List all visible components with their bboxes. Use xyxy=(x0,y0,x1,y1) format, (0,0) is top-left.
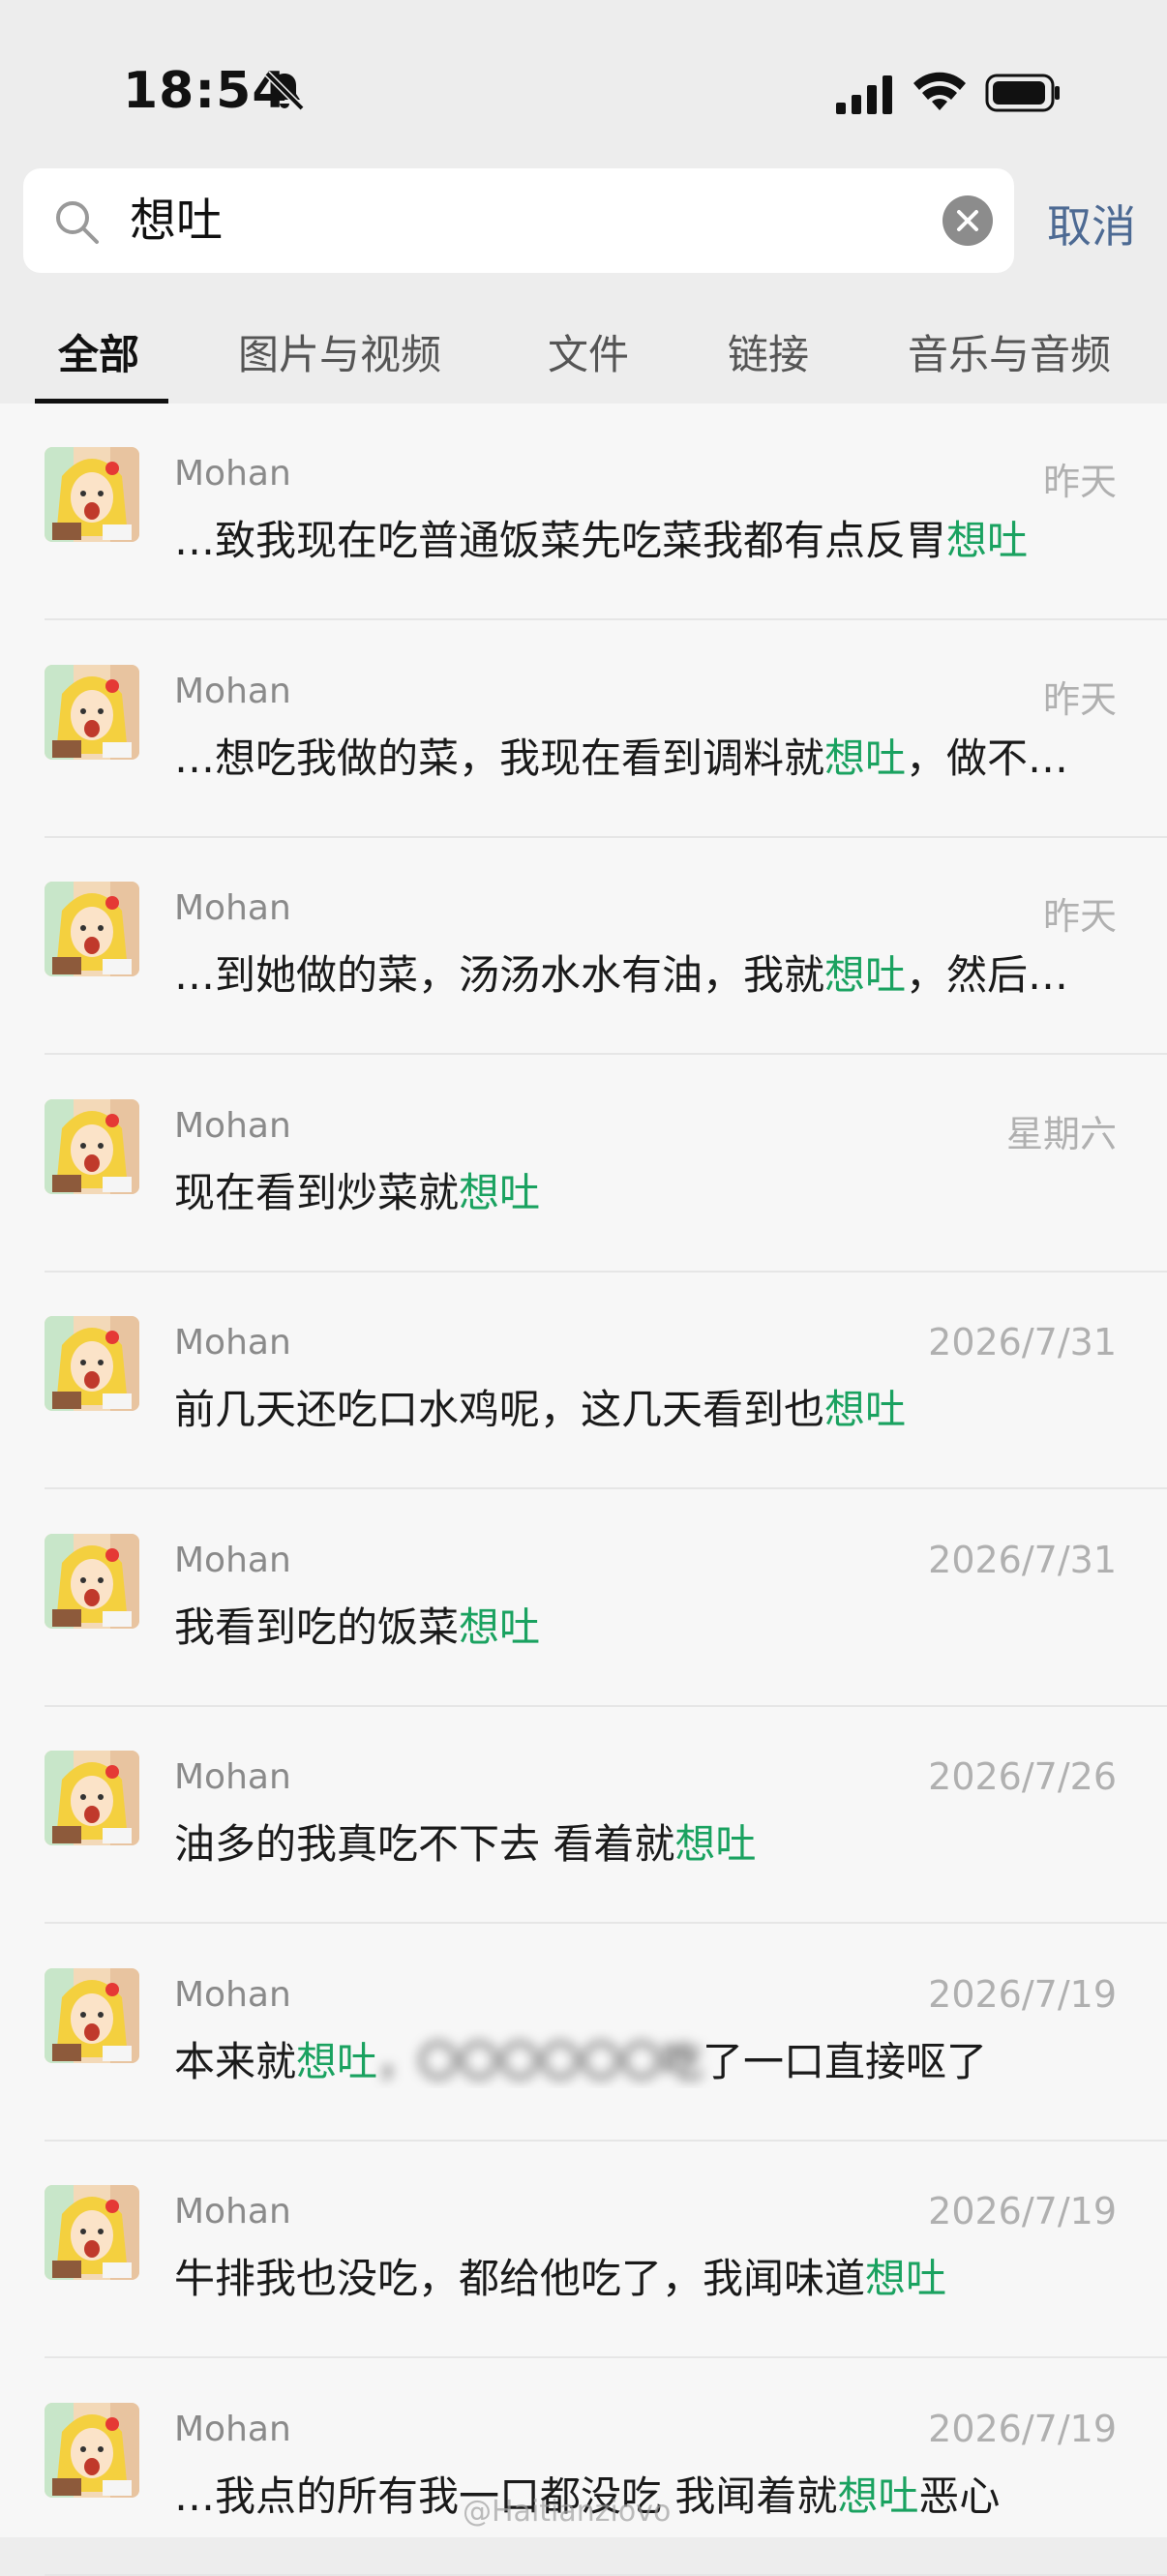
status-bar: 18:54 xyxy=(0,0,1167,165)
result-row[interactable]: Mohan 2026/7/19 牛排我也没吃，都给他吃了，我闻味道想吐 xyxy=(0,2142,1167,2358)
snippet-text: …想吃我做的菜，我现在看到调料就 xyxy=(174,734,825,782)
message-snippet: 现在看到炒菜就想吐 xyxy=(174,1160,1122,1219)
message-snippet: 油多的我真吃不下去 看着就想吐 xyxy=(174,1812,1122,1871)
cellular-signal-icon xyxy=(836,75,892,114)
result-row[interactable]: Mohan 2026/7/19 …我点的所有我一口都没吃 我闻着就想吐恶心 xyxy=(0,2359,1167,2576)
avatar[interactable] xyxy=(45,882,139,976)
snippet-text: 牛排我也没吃，都给他吃了，我闻味道 xyxy=(174,2255,866,2302)
avatar[interactable] xyxy=(45,447,139,542)
sender-name: Mohan xyxy=(174,1974,291,2015)
sender-name: Mohan xyxy=(174,2409,291,2449)
snippet-text: 油多的我真吃不下去 看着就 xyxy=(174,1820,675,1868)
keyword-highlight: 想吐 xyxy=(459,1168,541,1216)
avatar[interactable] xyxy=(45,1751,139,1845)
sender-name: Mohan xyxy=(174,2192,291,2232)
avatar[interactable] xyxy=(45,1098,139,1194)
result-row[interactable]: Mohan 2026/7/26 油多的我真吃不下去 看着就想吐 xyxy=(0,1707,1167,1924)
result-row[interactable]: Mohan 昨天 …想吃我做的菜，我现在看到调料就想吐，做不… xyxy=(0,621,1167,838)
battery-icon xyxy=(985,74,1060,112)
row-divider xyxy=(45,2573,1167,2576)
tab-files[interactable]: 文件 xyxy=(548,315,629,396)
message-date: 昨天 xyxy=(1042,677,1117,721)
message-date: 星期六 xyxy=(1005,1112,1117,1155)
sender-name: Mohan xyxy=(174,1323,291,1363)
snippet-text: 恶心 xyxy=(918,2471,1001,2520)
search-field[interactable]: 想吐 xyxy=(23,168,1014,273)
cancel-button[interactable]: 取消 xyxy=(1047,192,1136,255)
message-date: 昨天 xyxy=(1042,895,1117,938)
message-date: 2026/7/19 xyxy=(928,1972,1117,2016)
snippet-text: 本来就 xyxy=(174,2037,297,2085)
avatar[interactable] xyxy=(45,2402,139,2498)
message-snippet: …到她做的菜，汤汤水水有油，我就想吐，然后… xyxy=(174,943,1122,1002)
keyword-highlight: 想吐 xyxy=(459,1603,541,1651)
sender-name: Mohan xyxy=(174,671,291,711)
tab-photos-videos[interactable]: 图片与视频 xyxy=(238,315,441,396)
message-date: 2026/7/31 xyxy=(928,1538,1117,1581)
keyword-highlight: 想吐 xyxy=(837,2471,919,2520)
message-snippet: 我看到吃的饭菜想吐 xyxy=(174,1595,1122,1654)
watermark: @Haitianziovo xyxy=(463,2495,672,2529)
snippet-text: 了一口直接呕了 xyxy=(703,2037,988,2085)
result-row[interactable]: Mohan 星期六现在看到炒菜就想吐 xyxy=(0,1056,1167,1273)
snippet-text: …致我现在吃普通饭菜先吃菜我都有点反胃 xyxy=(174,517,947,564)
close-icon xyxy=(957,210,978,231)
message-snippet: 本来就想吐，〇〇〇〇〇〇吃了一口直接呕了 xyxy=(174,2029,1122,2088)
keyword-highlight: 想吐 xyxy=(865,2255,947,2302)
message-date: 2026/7/19 xyxy=(928,2407,1117,2450)
wifi-icon xyxy=(913,72,966,110)
muted-bell-icon xyxy=(264,71,305,111)
sender-name: Mohan xyxy=(174,1757,291,1797)
keyword-highlight: 想吐 xyxy=(946,517,1029,564)
message-date: 昨天 xyxy=(1042,461,1117,503)
message-snippet: 牛排我也没吃，都给他吃了，我闻味道想吐 xyxy=(174,2246,1122,2305)
keyword-highlight: 想吐 xyxy=(824,951,907,999)
tab-all[interactable]: 全部 xyxy=(58,315,139,396)
sender-name: Mohan xyxy=(174,1540,291,1580)
snippet-text: …到她做的菜，汤汤水水有油，我就 xyxy=(174,951,825,999)
redacted-text: ，〇〇〇〇〇〇吃 xyxy=(377,2037,703,2085)
message-snippet: …致我现在吃普通饭菜先吃菜我都有点反胃想吐 xyxy=(174,508,1122,567)
keyword-highlight: 想吐 xyxy=(824,1386,907,1433)
avatar[interactable] xyxy=(45,664,139,760)
snippet-text: ，做不… xyxy=(906,734,1069,782)
snippet-text: 我看到吃的饭菜 xyxy=(174,1603,460,1651)
avatar[interactable] xyxy=(45,2185,139,2280)
snippet-text: ，然后… xyxy=(906,951,1069,999)
message-date: 2026/7/19 xyxy=(928,2190,1117,2232)
result-row[interactable]: Mohan 2026/7/19 本来就想吐，〇〇〇〇〇〇吃了一口直接呕了 xyxy=(0,1925,1167,2142)
search-results-list: Mohan 昨天 …致我现在吃普通饭菜先吃菜我都有点反胃想吐 Mohan 昨天 …想吃我… xyxy=(0,404,1167,2576)
sender-name: Mohan xyxy=(174,888,291,928)
sender-name: Mohan xyxy=(174,454,291,494)
result-row[interactable]: Mohan 2026/7/31 我看到吃的饭菜想吐 xyxy=(0,1490,1167,1707)
tab-music-audio[interactable]: 音乐与音频 xyxy=(908,315,1111,396)
result-row[interactable]: Mohan 2026/7/31 前几天还吃口水鸡呢，这几天看到也想吐 xyxy=(0,1273,1167,1489)
keyword-highlight: 想吐 xyxy=(674,1820,757,1868)
avatar[interactable] xyxy=(45,1967,139,2063)
message-snippet: …想吃我做的菜，我现在看到调料就想吐，做不… xyxy=(174,726,1122,785)
keyword-highlight: 想吐 xyxy=(824,734,907,782)
keyword-highlight: 想吐 xyxy=(296,2037,378,2085)
tab-links[interactable]: 链接 xyxy=(728,315,809,396)
search-icon xyxy=(56,201,99,244)
filter-tabs: 全部 图片与视频 文件 链接 音乐与音频 xyxy=(0,315,1167,402)
message-date: 2026/7/31 xyxy=(928,1321,1117,1363)
sender-name: Mohan xyxy=(174,1105,291,1146)
result-row[interactable]: Mohan 昨天 …到她做的菜，汤汤水水有油，我就想吐，然后… xyxy=(0,838,1167,1055)
snippet-text: 现在看到炒菜就 xyxy=(174,1168,460,1216)
clear-search-button[interactable] xyxy=(943,195,993,246)
avatar[interactable] xyxy=(45,1533,139,1629)
result-row[interactable]: Mohan 昨天 …致我现在吃普通饭菜先吃菜我都有点反胃想吐 xyxy=(0,404,1167,620)
snippet-text: 前几天还吃口水鸡呢，这几天看到也 xyxy=(174,1386,825,1433)
avatar[interactable] xyxy=(45,1316,139,1411)
message-snippet: 前几天还吃口水鸡呢，这几天看到也想吐 xyxy=(174,1377,1122,1436)
search-query[interactable]: 想吐 xyxy=(130,190,223,252)
message-date: 2026/7/26 xyxy=(928,1755,1117,1798)
